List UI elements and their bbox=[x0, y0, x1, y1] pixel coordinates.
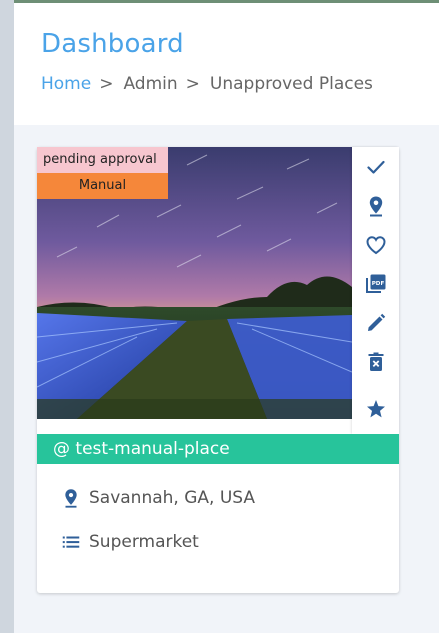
pdf-icon: PDF bbox=[365, 274, 385, 293]
heart-icon bbox=[365, 236, 386, 255]
list-icon bbox=[62, 536, 80, 548]
place-name[interactable]: @ test-manual-place bbox=[37, 434, 399, 464]
svg-text:PDF: PDF bbox=[371, 281, 384, 287]
breadcrumb-separator: > bbox=[185, 74, 200, 94]
manual-badge: Manual bbox=[37, 173, 168, 199]
delete-icon bbox=[368, 352, 383, 371]
edit-button[interactable] bbox=[352, 305, 399, 341]
category-text: Supermarket bbox=[89, 532, 199, 552]
breadcrumb: Home > Admin > Unapproved Places bbox=[41, 74, 373, 94]
place-card: pending approval Manual PDF @ test-manua… bbox=[37, 147, 399, 593]
edit-icon bbox=[367, 313, 385, 331]
location-pin-icon bbox=[369, 196, 382, 217]
location-pin-icon bbox=[65, 489, 77, 508]
sidebar-edge bbox=[0, 0, 14, 633]
place-category: Supermarket bbox=[60, 531, 199, 553]
delete-button[interactable] bbox=[352, 344, 399, 380]
locate-button[interactable] bbox=[352, 188, 399, 224]
favorite-button[interactable] bbox=[352, 227, 399, 263]
export-pdf-button[interactable]: PDF bbox=[352, 266, 399, 302]
page-header: Dashboard Home > Admin > Unapproved Places bbox=[14, 3, 439, 125]
pending-approval-badge: pending approval bbox=[37, 147, 168, 173]
approve-button[interactable] bbox=[352, 149, 399, 185]
breadcrumb-admin[interactable]: Admin bbox=[123, 74, 177, 94]
feature-button[interactable] bbox=[352, 389, 399, 429]
star-icon bbox=[366, 400, 385, 418]
breadcrumb-home-link[interactable]: Home bbox=[41, 74, 91, 94]
location-text: Savannah, GA, USA bbox=[89, 488, 256, 508]
check-icon bbox=[366, 160, 385, 174]
breadcrumb-separator: > bbox=[99, 74, 114, 94]
place-location: Savannah, GA, USA bbox=[60, 487, 255, 509]
card-actions: PDF bbox=[352, 147, 399, 434]
breadcrumb-current: Unapproved Places bbox=[209, 74, 373, 94]
page-title: Dashboard bbox=[41, 29, 184, 59]
